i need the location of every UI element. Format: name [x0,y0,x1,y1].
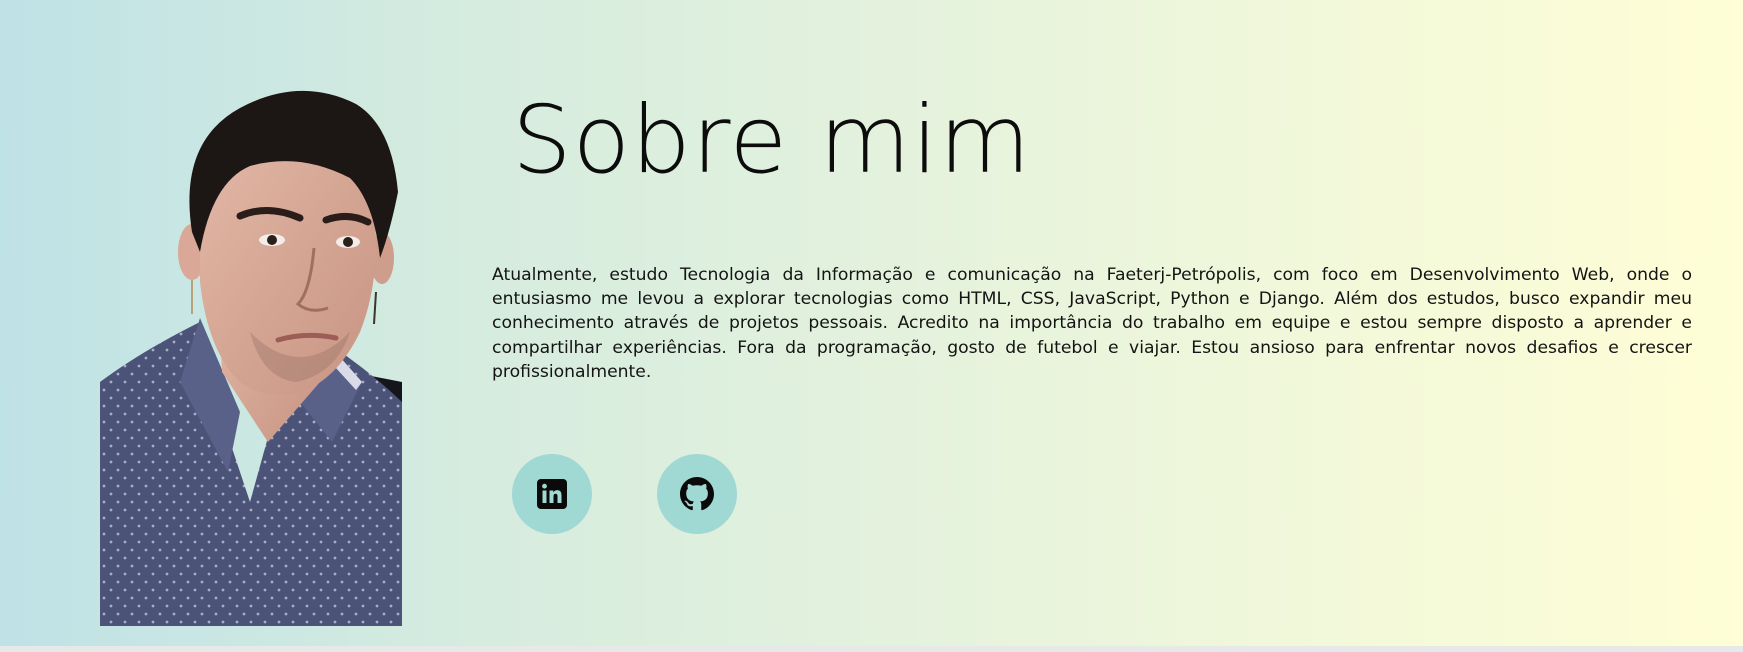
github-button[interactable] [657,454,737,534]
page-bottom-border [0,646,1743,652]
about-description: Atualmente, estudo Tecnologia da Informa… [492,265,1692,382]
github-icon [680,477,714,511]
linkedin-icon [536,478,568,510]
page-title: Sobre mim [512,86,1032,195]
linkedin-button[interactable] [512,454,592,534]
profile-photo [100,82,402,626]
